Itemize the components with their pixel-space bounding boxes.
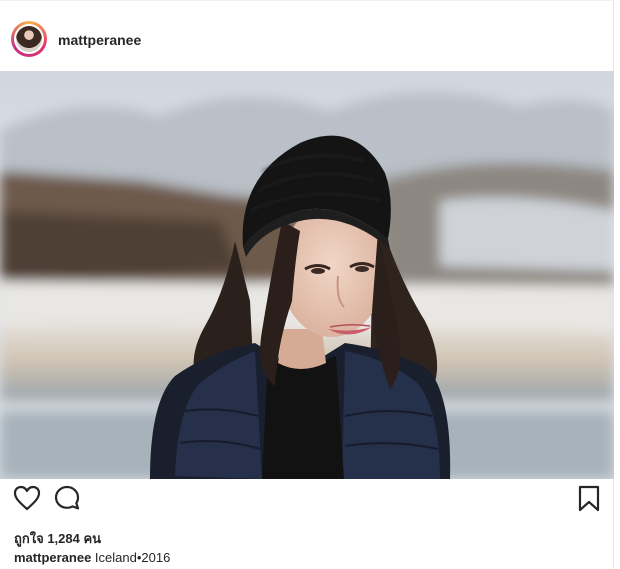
post-image — [0, 71, 614, 479]
likes-count[interactable]: ถูกใจ 1,284 คน — [14, 528, 101, 549]
post-header: mattperanee — [0, 1, 614, 69]
caption-text: Iceland•2016 — [91, 550, 171, 565]
post-caption: mattperanee Iceland•2016 — [14, 550, 170, 565]
bookmark-icon[interactable] — [574, 483, 604, 513]
avatar-image — [16, 26, 42, 52]
post-photo[interactable] — [0, 71, 614, 479]
caption-username-link[interactable]: mattperanee — [14, 550, 91, 565]
instagram-post: mattperanee ถูกใจ 1,284 คน mattperanee I… — [0, 0, 614, 569]
avatar[interactable] — [11, 21, 47, 57]
speech-bubble-icon[interactable] — [52, 483, 82, 513]
post-actions — [0, 483, 614, 523]
username-link[interactable]: mattperanee — [58, 32, 141, 48]
heart-outline-icon[interactable] — [12, 483, 42, 513]
